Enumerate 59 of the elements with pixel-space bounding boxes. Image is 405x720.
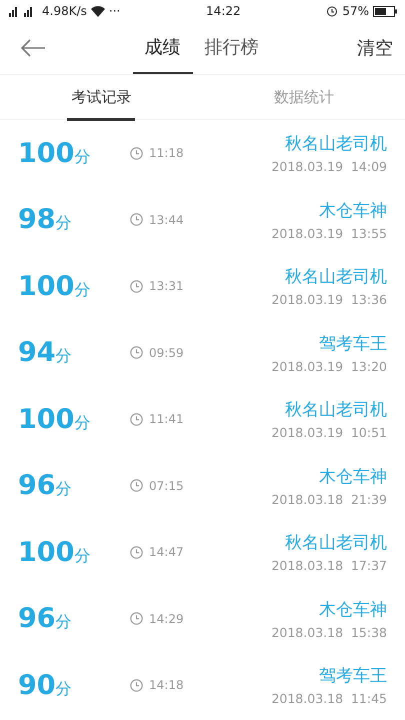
duration: 14:18 — [149, 678, 184, 692]
clear-button[interactable]: 清空 — [357, 36, 393, 60]
duration: 11:41 — [149, 412, 184, 426]
clock-icon — [130, 412, 143, 426]
sub-tab-label: 数据统计 — [272, 86, 335, 108]
duration: 13:31 — [149, 279, 184, 294]
back-arrow-icon[interactable] — [20, 39, 46, 57]
header-tab[interactable]: 排行榜 — [192, 22, 270, 74]
driver-name: 秋名山老司机 — [285, 133, 387, 156]
clock-time: 14:22 — [206, 4, 241, 18]
exam-date: 2018.03.18 11:45 — [271, 691, 387, 706]
duration: 07:15 — [149, 478, 184, 493]
clock-icon — [130, 678, 143, 692]
score: 100分 — [18, 270, 92, 302]
exam-date: 2018.03.19 13:20 — [271, 358, 387, 374]
exam-date: 2018.03.19 10:51 — [271, 425, 387, 440]
score: 96分 — [18, 470, 73, 502]
driver-name: 驾考车王 — [319, 665, 387, 688]
clock-icon — [130, 479, 143, 492]
exam-date: 2018.03.18 17:37 — [271, 558, 387, 574]
duration: 14:29 — [149, 612, 184, 626]
score: 98分 — [18, 204, 73, 236]
score: 96分 — [18, 603, 73, 634]
driver-name: 驾考车王 — [319, 332, 387, 355]
network-speed: 4.98K/s — [42, 4, 87, 18]
score: 100分 — [18, 536, 92, 568]
wifi-icon — [90, 6, 105, 16]
duration: 13:44 — [149, 212, 184, 227]
driver-name: 秋名山老司机 — [285, 399, 387, 422]
clock-icon — [130, 346, 143, 360]
driver-name: 木仓车神 — [319, 598, 387, 621]
exam-date: 2018.03.18 21:39 — [271, 492, 387, 507]
sub-tab[interactable]: 考试记录 — [0, 75, 202, 119]
clock-icon — [130, 280, 143, 293]
score: 100分 — [18, 404, 92, 435]
clock-icon — [130, 213, 143, 226]
clock-icon — [130, 546, 143, 559]
more-indicator: ··· — [108, 4, 120, 18]
battery-percent: 57% — [342, 4, 370, 18]
header-tab[interactable]: 成绩 — [132, 22, 192, 74]
duration: 11:18 — [149, 146, 184, 160]
score: 90分 — [18, 670, 73, 701]
sub-tab-label: 考试记录 — [67, 76, 136, 121]
exam-date: 2018.03.18 15:38 — [271, 624, 387, 640]
exam-date: 2018.03.19 13:55 — [271, 226, 387, 241]
battery-icon — [373, 6, 398, 16]
alarm-icon — [326, 5, 338, 17]
driver-name: 木仓车神 — [319, 466, 387, 488]
exam-date: 2018.03.19 13:36 — [271, 292, 387, 308]
duration: 09:59 — [149, 346, 184, 360]
score: 100分 — [18, 138, 92, 169]
exam-date: 2018.03.19 14:09 — [271, 159, 387, 174]
driver-name: 秋名山老司机 — [285, 266, 387, 288]
driver-name: 秋名山老司机 — [285, 532, 387, 554]
duration: 14:47 — [149, 545, 184, 560]
clock-icon — [130, 612, 143, 626]
clock-icon — [130, 146, 143, 160]
driver-name: 木仓车神 — [319, 200, 387, 222]
score: 94分 — [18, 337, 73, 368]
